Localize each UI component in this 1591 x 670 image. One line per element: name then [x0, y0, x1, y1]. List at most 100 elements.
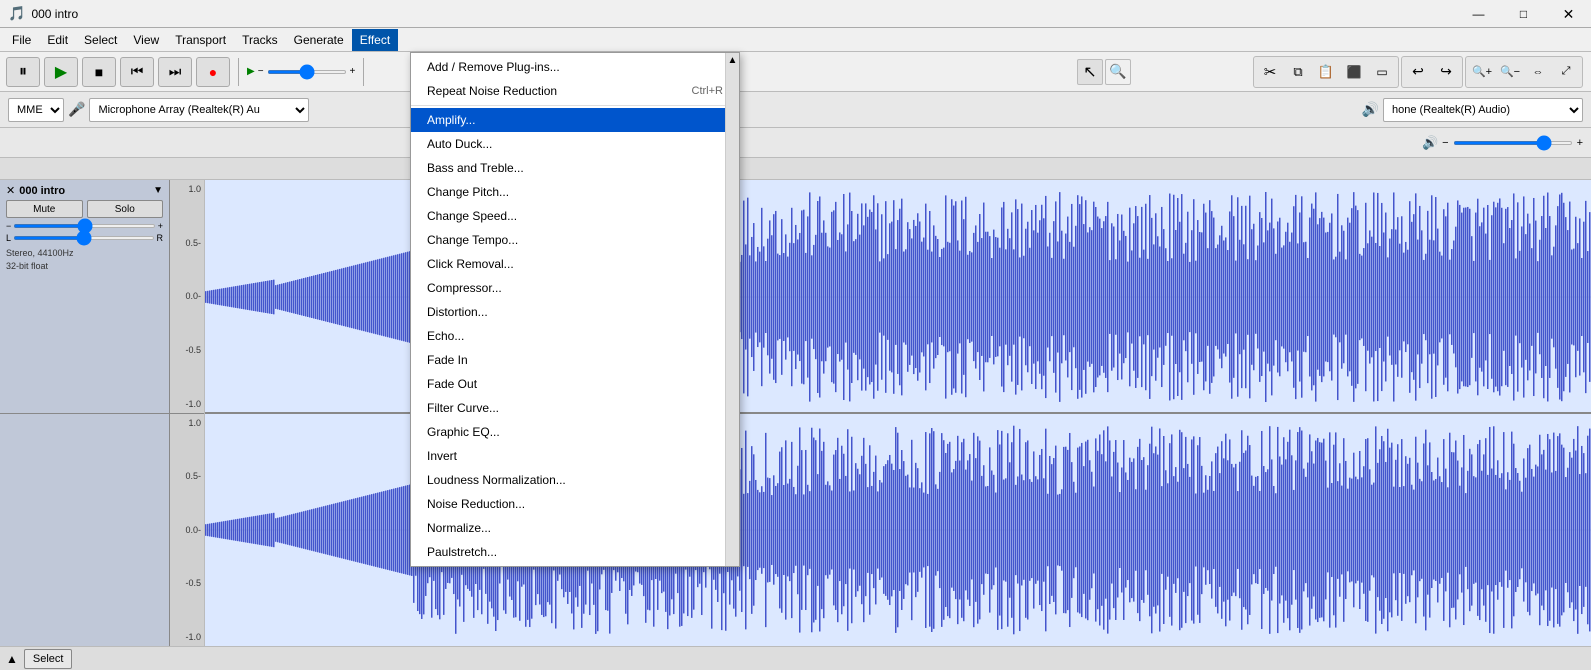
menu-edit[interactable]: Edit — [39, 29, 76, 51]
menu-select[interactable]: Select — [76, 29, 125, 51]
scale2-1-0: 1.0 — [188, 418, 201, 428]
zoom-tool[interactable]: 🔍 — [1105, 59, 1131, 85]
maximize-button[interactable]: □ — [1501, 0, 1546, 28]
dropdown-item-11[interactable]: Echo... — [411, 324, 739, 348]
dropdown-item-6[interactable]: Change Speed... — [411, 204, 739, 228]
paste-button[interactable]: 📋 — [1313, 59, 1339, 85]
app-icon: 🎵 — [8, 5, 25, 22]
menu-transport[interactable]: Transport — [167, 29, 234, 51]
dropdown-item-label-7: Change Tempo... — [427, 233, 518, 247]
menu-generate[interactable]: Generate — [286, 29, 352, 51]
dropdown-item-label-8: Click Removal... — [427, 257, 514, 271]
cut-button[interactable]: ✂ — [1257, 59, 1283, 85]
dropdown-scrollbar[interactable]: ▲ — [725, 53, 739, 566]
skip-fwd-button[interactable]: ⏭ — [158, 57, 192, 87]
scale-lower: 1.0 0.5- 0.0- -0.5 -1.0 — [170, 414, 204, 647]
dropdown-item-label-20: Paulstretch... — [427, 545, 497, 559]
dropdown-item-9[interactable]: Compressor... — [411, 276, 739, 300]
dropdown-item-20[interactable]: Paulstretch... — [411, 540, 739, 564]
play-button[interactable]: ▶ — [44, 57, 78, 87]
zoom-toggle-button[interactable]: ⤢ — [1553, 59, 1579, 85]
dropdown-item-label-16: Invert — [427, 449, 457, 463]
scale-0-0: 0.0- — [185, 291, 201, 301]
stop-button[interactable]: ■ — [82, 57, 116, 87]
dropdown-item-13[interactable]: Fade Out — [411, 372, 739, 396]
playback-gain-slider[interactable] — [267, 70, 347, 74]
dropdown-item-14[interactable]: Filter Curve... — [411, 396, 739, 420]
dropdown-item-label-4: Bass and Treble... — [427, 161, 524, 175]
title-bar: 🎵 000 intro — □ ✕ — [0, 0, 1591, 28]
monitoring-bar: MME 🎤 Microphone Array (Realtek(R) Au St… — [0, 92, 1591, 128]
dropdown-item-0[interactable]: Add / Remove Plug-ins... — [411, 55, 739, 79]
redo-button[interactable]: ↪ — [1433, 59, 1459, 85]
menu-file[interactable]: File — [4, 29, 39, 51]
track1-gain-slider[interactable] — [13, 224, 155, 228]
dropdown-item-3[interactable]: Auto Duck... — [411, 132, 739, 156]
dropdown-item-1[interactable]: Repeat Noise ReductionCtrl+R — [411, 79, 739, 103]
dropdown-item-4[interactable]: Bass and Treble... — [411, 156, 739, 180]
mic-icon: 🎤 — [68, 101, 85, 118]
cursor-tool[interactable]: ↖ — [1077, 59, 1103, 85]
close-button[interactable]: ✕ — [1546, 0, 1591, 28]
track1-dropdown-icon[interactable]: ▼ — [153, 185, 163, 196]
track1-pan-slider[interactable] — [13, 236, 154, 240]
speaker-gain-slider[interactable] — [1453, 141, 1573, 145]
dropdown-item-5[interactable]: Change Pitch... — [411, 180, 739, 204]
edit-buttons-group: ✂ ⧉ 📋 ⬛ ▭ — [1253, 56, 1399, 88]
copy-button[interactable]: ⧉ — [1285, 59, 1311, 85]
device-row: MME 🎤 Microphone Array (Realtek(R) Au — [8, 98, 468, 122]
dropdown-item-shortcut-1: Ctrl+R — [692, 85, 723, 97]
playback-gain-group: ▶ − + — [247, 66, 355, 77]
zoom-in-button[interactable]: 🔍+ — [1469, 59, 1495, 85]
track-panel: ✕ 000 intro ▼ Mute Solo − + L R Stereo, … — [0, 180, 170, 646]
pause-button[interactable]: ⏸ — [6, 57, 40, 87]
dropdown-item-17[interactable]: Loudness Normalization... — [411, 468, 739, 492]
dropdown-item-label-14: Filter Curve... — [427, 401, 499, 415]
track1-mute-button[interactable]: Mute — [6, 200, 83, 218]
dropdown-item-12[interactable]: Fade In — [411, 348, 739, 372]
select-tool-button[interactable]: Select — [24, 649, 73, 669]
menu-view[interactable]: View — [125, 29, 167, 51]
silence-button[interactable]: ▭ — [1369, 59, 1395, 85]
menu-tracks[interactable]: Tracks — [234, 29, 286, 51]
timeline-ruler: 30 45 1:0 — [0, 158, 1591, 180]
dropdown-item-label-11: Echo... — [427, 329, 464, 343]
speaker-icon: 🔊 — [1362, 101, 1379, 118]
ruler-area: 30 45 1:0 — [170, 158, 1591, 180]
zoom-out-button[interactable]: 🔍− — [1497, 59, 1523, 85]
scale-neg-1-0: -1.0 — [185, 399, 201, 409]
transport-toolbar: ⏸ ▶ ■ ⏮ ⏭ ● ▶ − + ↖ 🔍 ✂ ⧉ 📋 ⬛ ▭ ↩ ↪ 🔍+ 🔍… — [0, 52, 1591, 92]
trim-button[interactable]: ⬛ — [1341, 59, 1367, 85]
edit-tools: ↖ 🔍 — [1077, 59, 1131, 85]
dropdown-item-label-15: Graphic EQ... — [427, 425, 500, 439]
gain-plus: + — [350, 66, 356, 77]
scale-column: 1.0 0.5- 0.0- -0.5 -1.0 1.0 0.5- 0.0- -0… — [170, 180, 205, 646]
track1-close-icon[interactable]: ✕ — [6, 184, 15, 197]
dropdown-separator-1 — [411, 105, 739, 106]
host-selector[interactable]: MME — [8, 98, 64, 122]
bottom-toolbar: ▲ Select — [0, 646, 1591, 670]
dropdown-item-19[interactable]: Normalize... — [411, 516, 739, 540]
dropdown-item-label-10: Distortion... — [427, 305, 488, 319]
input-device-selector[interactable]: Microphone Array (Realtek(R) Au — [89, 98, 309, 122]
fit-zoom-button[interactable]: ⇔ — [1525, 59, 1551, 85]
dropdown-item-8[interactable]: Click Removal... — [411, 252, 739, 276]
dropdown-item-15[interactable]: Graphic EQ... — [411, 420, 739, 444]
dropdown-item-label-3: Auto Duck... — [427, 137, 492, 151]
dropdown-item-16[interactable]: Invert — [411, 444, 739, 468]
dropdown-item-10[interactable]: Distortion... — [411, 300, 739, 324]
scale2-0-5: 0.5- — [185, 471, 201, 481]
window-controls: — □ ✕ — [1456, 0, 1591, 28]
track1-solo-button[interactable]: Solo — [87, 200, 164, 218]
minimize-button[interactable]: — — [1456, 0, 1501, 28]
bottom-arrow-icon[interactable]: ▲ — [6, 652, 18, 666]
dropdown-item-18[interactable]: Noise Reduction... — [411, 492, 739, 516]
menu-effect[interactable]: Effect — [352, 29, 398, 51]
output-device-selector[interactable]: hone (Realtek(R) Audio) — [1383, 98, 1583, 122]
dropdown-item-2[interactable]: Amplify... — [411, 108, 739, 132]
undo-button[interactable]: ↩ — [1405, 59, 1431, 85]
skip-back-button[interactable]: ⏮ — [120, 57, 154, 87]
record-button[interactable]: ● — [196, 57, 230, 87]
dropdown-item-7[interactable]: Change Tempo... — [411, 228, 739, 252]
scale2-neg-0-5: -0.5 — [185, 578, 201, 588]
